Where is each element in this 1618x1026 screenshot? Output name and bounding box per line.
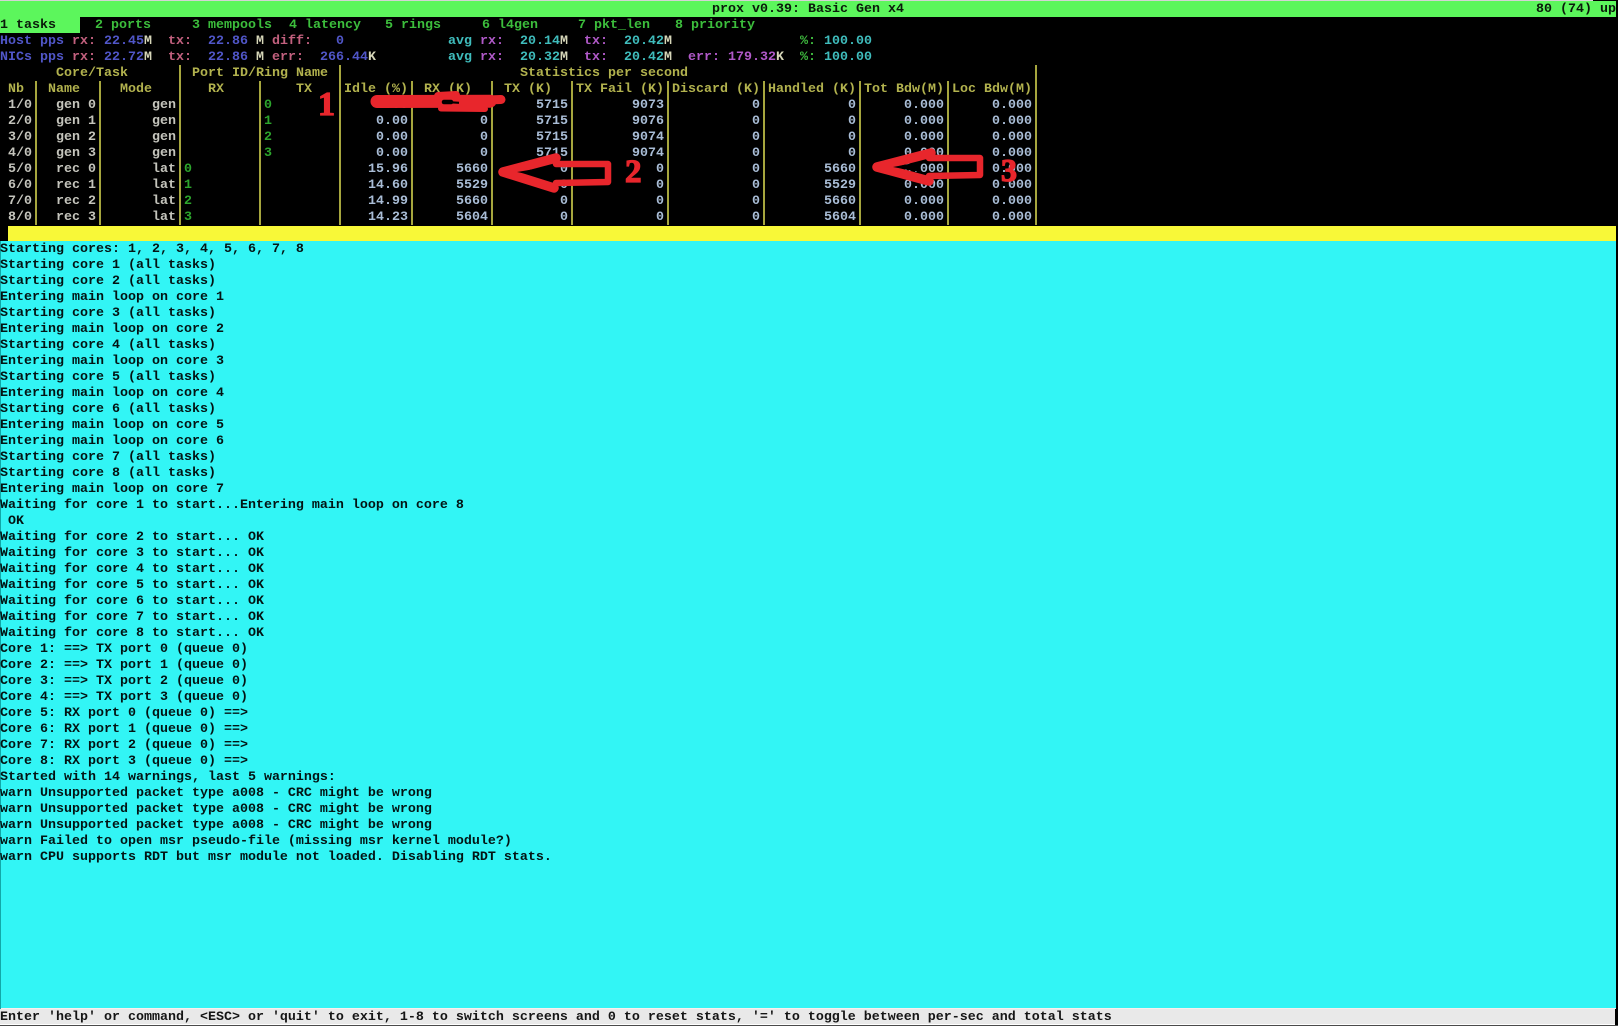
svg-text:3: 3 (1001, 152, 1017, 188)
svg-text:2: 2 (625, 154, 642, 190)
svg-text:1: 1 (318, 86, 335, 123)
